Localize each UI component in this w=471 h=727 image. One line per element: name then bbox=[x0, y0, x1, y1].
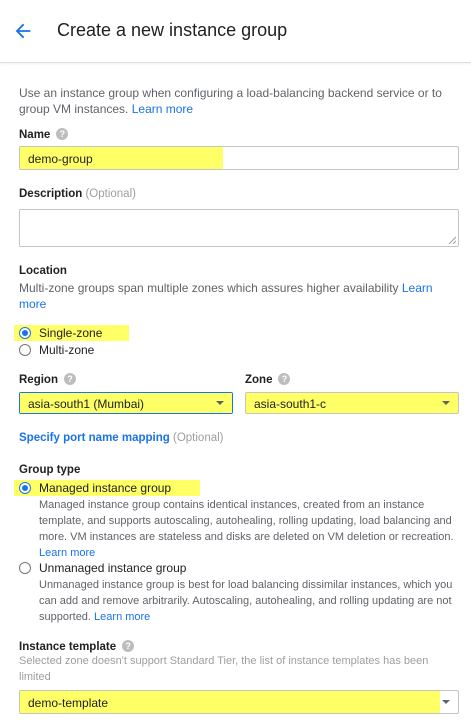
description-label-text: Description bbox=[19, 188, 83, 200]
unmanaged-group-radio[interactable] bbox=[19, 562, 31, 574]
description-label: Description (Optional) bbox=[19, 188, 136, 200]
description-textarea[interactable] bbox=[19, 209, 459, 247]
location-title: Location bbox=[19, 265, 67, 277]
instance-template-select[interactable]: demo-template bbox=[19, 690, 459, 714]
unmanaged-group-description: Unmanaged instance group is best for loa… bbox=[39, 577, 459, 625]
intro-learn-more-link[interactable]: Learn more bbox=[132, 102, 193, 116]
instance-template-value: demo-template bbox=[28, 696, 109, 710]
help-icon[interactable]: ? bbox=[56, 128, 69, 140]
single-zone-label[interactable]: Single-zone bbox=[39, 326, 102, 340]
back-button[interactable] bbox=[12, 20, 34, 42]
chevron-down-icon bbox=[216, 401, 224, 405]
region-label-text: Region bbox=[19, 374, 58, 386]
group-type-section: Group type bbox=[19, 464, 80, 476]
page-header: Create a new instance group bbox=[0, 0, 471, 63]
zone-label-text: Zone bbox=[245, 374, 273, 386]
group-type-title: Group type bbox=[19, 464, 81, 476]
name-input[interactable]: demo-group bbox=[19, 146, 459, 170]
chevron-down-icon bbox=[442, 700, 450, 704]
multi-zone-label[interactable]: Multi-zone bbox=[39, 343, 94, 357]
arrow-left-icon bbox=[15, 23, 31, 39]
port-mapping-link[interactable]: Specify port name mapping bbox=[19, 432, 170, 444]
intro-text: Use an instance group when configuring a… bbox=[19, 85, 459, 117]
resize-handle-icon[interactable] bbox=[448, 236, 456, 244]
zone-select[interactable]: asia-south1-c bbox=[245, 392, 459, 414]
managed-group-radio[interactable] bbox=[19, 482, 31, 494]
port-mapping-row: Specify port name mapping (Optional) bbox=[19, 432, 224, 444]
region-value: asia-south1 (Mumbai) bbox=[28, 397, 145, 411]
chevron-down-icon bbox=[442, 401, 450, 405]
instance-template-note: Selected zone doesn't support Standard T… bbox=[19, 655, 429, 683]
managed-group-description: Managed instance group contains identica… bbox=[39, 497, 459, 561]
name-label-text: Name bbox=[19, 129, 51, 141]
managed-learn-more-link[interactable]: Learn more bbox=[39, 547, 95, 559]
multi-zone-radio[interactable] bbox=[19, 344, 31, 356]
location-description: Multi-zone groups span multiple zones wh… bbox=[19, 280, 459, 312]
region-label: Region? bbox=[19, 373, 76, 386]
unmanaged-group-label[interactable]: Unmanaged instance group bbox=[39, 561, 186, 575]
region-select[interactable]: asia-south1 (Mumbai) bbox=[19, 392, 233, 414]
managed-group-label[interactable]: Managed instance group bbox=[39, 481, 171, 495]
managed-desc-text: Managed instance group contains identica… bbox=[39, 499, 454, 543]
help-icon[interactable]: ? bbox=[63, 373, 76, 385]
description-optional-text: (Optional) bbox=[85, 188, 136, 200]
intro-description: Use an instance group when configuring a… bbox=[19, 86, 442, 116]
unmanaged-learn-more-link[interactable]: Learn more bbox=[94, 611, 150, 623]
help-icon[interactable]: ? bbox=[278, 373, 291, 385]
help-icon[interactable]: ? bbox=[122, 640, 135, 652]
location-section: Location Multi-zone groups span multiple… bbox=[19, 265, 459, 312]
zone-value: asia-south1-c bbox=[254, 397, 327, 411]
single-zone-radio[interactable] bbox=[19, 327, 31, 339]
port-mapping-optional-text: (Optional) bbox=[173, 432, 224, 444]
page-title: Create a new instance group bbox=[57, 20, 288, 40]
instance-template-label: Instance template? bbox=[19, 640, 135, 653]
location-desc-text: Multi-zone groups span multiple zones wh… bbox=[19, 281, 399, 295]
instance-template-label-text: Instance template bbox=[19, 641, 117, 653]
name-value: demo-group bbox=[28, 152, 93, 166]
zone-label: Zone? bbox=[245, 373, 291, 386]
name-label: Name? bbox=[19, 128, 69, 141]
